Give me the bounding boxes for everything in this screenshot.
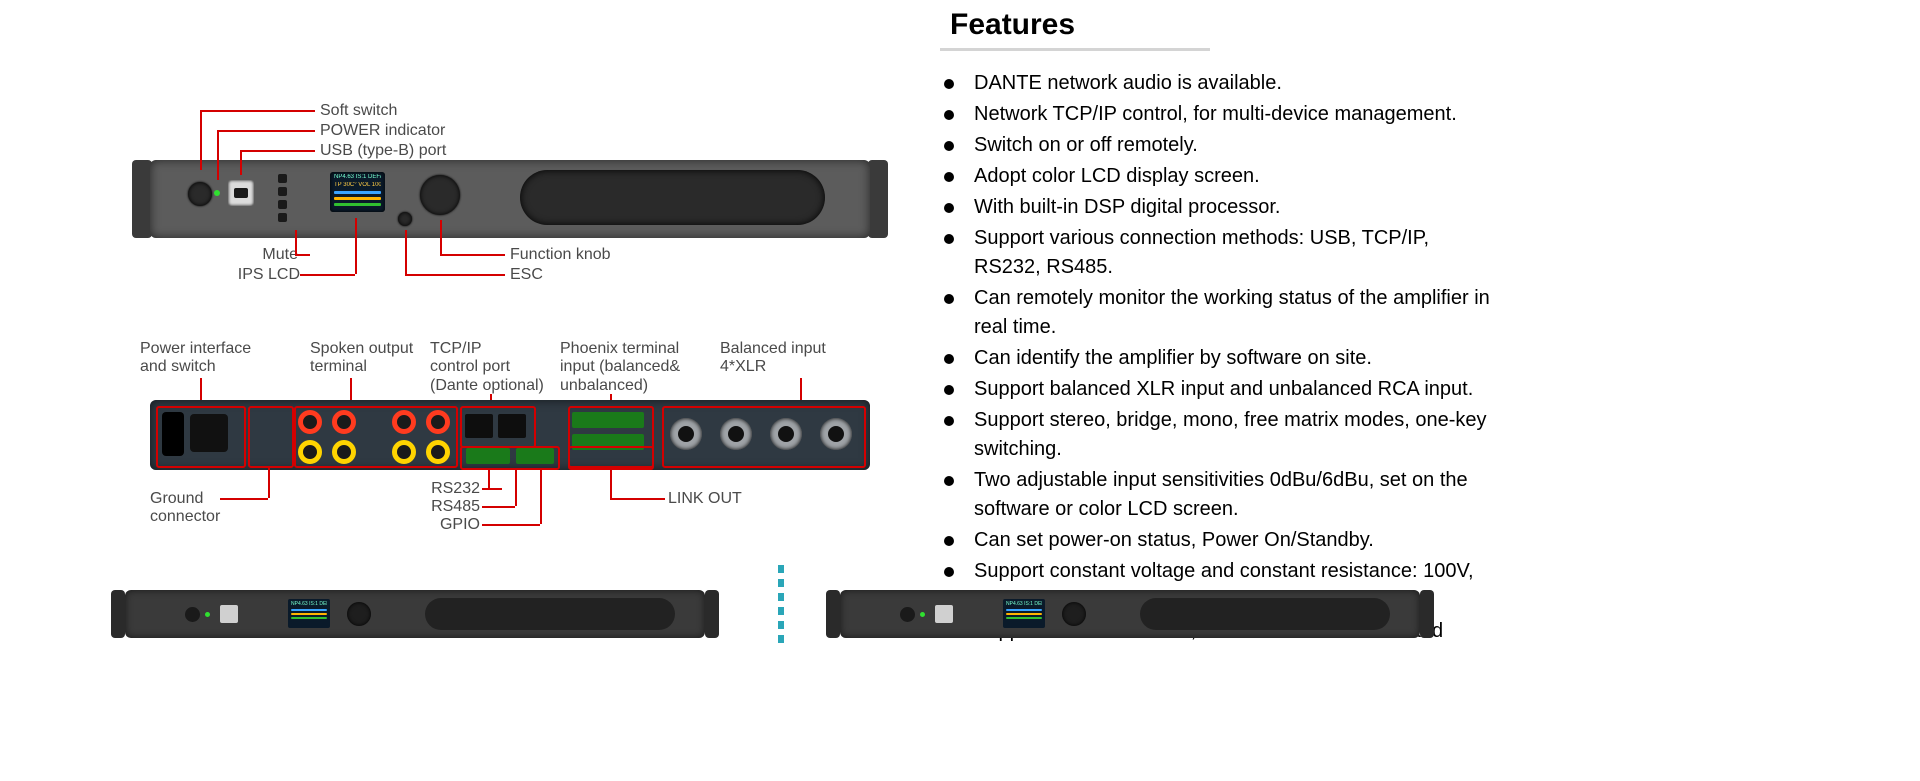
feature-item: Can set power-on status, Power On/Standb…	[940, 526, 1500, 555]
feature-item: Can identify the amplifier by software o…	[940, 344, 1500, 373]
feature-item: DANTE network audio is available.	[940, 69, 1500, 98]
thumb-soft-switch-icon	[900, 607, 915, 622]
callout-power-indicator: POWER indicator	[320, 122, 445, 140]
features-heading: Features	[950, 8, 1500, 42]
callout-mute: Mute	[238, 246, 298, 264]
feature-item: Two adjustable input sensitivities 0dBu/…	[940, 466, 1500, 524]
red-box-linkout	[568, 446, 654, 470]
thumb-usb-icon	[935, 605, 953, 623]
feature-item: With built-in DSP digital processor.	[940, 193, 1500, 222]
callout-function-knob: Function knob	[510, 246, 611, 264]
lcd-screen-icon: NP4.63 IS:1 DEFA TP 30C° VOL 100	[330, 172, 385, 212]
features-section: Features DANTE network audio is availabl…	[940, 0, 1500, 648]
vertical-divider-icon	[778, 565, 784, 645]
esc-button-icon	[398, 212, 412, 226]
thumb-led-icon	[920, 612, 925, 617]
red-box-tcpip	[460, 406, 536, 448]
callout-esc: ESC	[510, 266, 543, 284]
device-thumbnail-1: NP4.63 IS:1 DEFA	[125, 590, 705, 638]
callout-rs485: RS485	[420, 498, 480, 516]
thumb-lcd-header: NP4.63 IS:1 DEFA	[291, 601, 327, 607]
callout-ground: Ground connector	[150, 490, 220, 527]
callout-phoenix: Phoenix terminal input (balanced& unbala…	[560, 340, 680, 395]
red-box-xlr	[662, 406, 866, 468]
callout-ips-lcd: IPS LCD	[200, 266, 300, 284]
rack-ear-left-icon	[132, 160, 152, 238]
callout-speaker-out: Spoken output terminal	[310, 340, 413, 377]
thumb-soft-switch-icon	[185, 607, 200, 622]
feature-item: Can remotely monitor the working status …	[940, 284, 1500, 342]
front-panel-diagram: NP4.63 IS:1 DEFA TP 30C° VOL 100 Soft sw…	[120, 90, 900, 300]
callout-gpio: GPIO	[430, 516, 480, 534]
callout-power-iface: Power interface and switch	[140, 340, 251, 377]
thumb-usb-icon	[220, 605, 238, 623]
thumb-vent-icon	[425, 598, 675, 630]
feature-item: Network TCP/IP control, for multi-device…	[940, 100, 1500, 129]
usb-port-icon	[228, 180, 254, 206]
red-box-power	[156, 406, 246, 468]
function-knob-icon	[420, 175, 460, 215]
callout-balanced: Balanced input 4*XLR	[720, 340, 826, 377]
red-box-speaker	[294, 406, 458, 468]
thumb-lcd-icon: NP4.63 IS:1 DEFA	[288, 599, 330, 628]
red-box-ground	[248, 406, 294, 468]
red-box-serial-gpio	[460, 446, 560, 470]
device-thumbnail-2: NP4.63 IS:1 DEFA	[840, 590, 1420, 638]
thumb-knob-icon	[1062, 602, 1086, 626]
thumb-led-icon	[205, 612, 210, 617]
callout-usb-port: USB (type-B) port	[320, 142, 446, 160]
mute-buttons-icon	[273, 170, 317, 225]
features-list: DANTE network audio is available.Network…	[940, 69, 1500, 646]
callout-linkout: LINK OUT	[668, 490, 742, 508]
thumb-lcd-icon: NP4.63 IS:1 DEFA	[1003, 599, 1045, 628]
callout-rs232: RS232	[420, 480, 480, 498]
feature-item: Adopt color LCD display screen.	[940, 162, 1500, 191]
thumb-knob-icon	[347, 602, 371, 626]
thumb-vent-icon	[1140, 598, 1390, 630]
power-led-icon	[214, 190, 220, 196]
feature-item: Support various connection methods: USB,…	[940, 224, 1500, 282]
lcd-sub: TP 30C° VOL 100	[334, 182, 381, 188]
callout-soft-switch: Soft switch	[320, 102, 397, 120]
rear-panel-diagram: Power interface and switch Spoken output…	[120, 330, 900, 540]
soft-switch-button-icon	[188, 182, 212, 206]
feature-item: Switch on or off remotely.	[940, 131, 1500, 160]
lcd-header: NP4.63 IS:1 DEFA	[334, 174, 381, 180]
feature-item: Support stereo, bridge, mono, free matri…	[940, 406, 1500, 464]
thumb-lcd-header: NP4.63 IS:1 DEFA	[1006, 601, 1042, 607]
feature-item: Support balanced XLR input and unbalance…	[940, 375, 1500, 404]
vent-grille-icon	[520, 170, 825, 225]
callout-tcpip: TCP/IP control port (Dante optional)	[430, 340, 544, 395]
rack-ear-right-icon	[868, 160, 888, 238]
features-rule-icon	[940, 48, 1210, 51]
